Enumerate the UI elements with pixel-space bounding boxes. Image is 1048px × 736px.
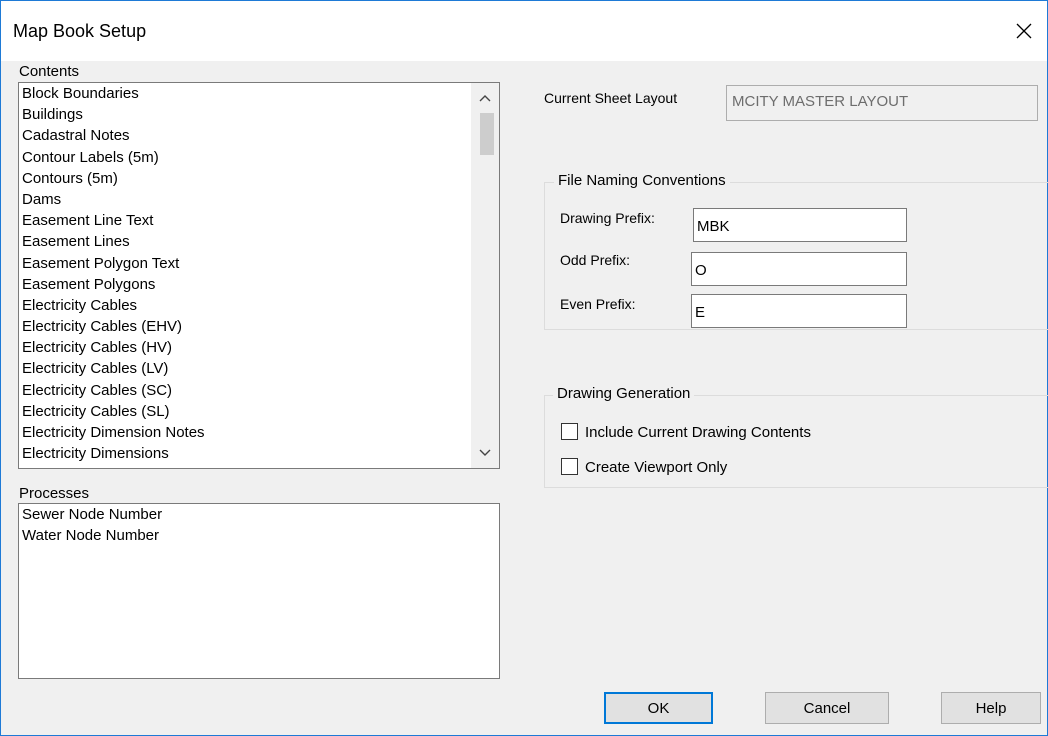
scroll-up-button[interactable] [471, 85, 499, 111]
processes-list-item[interactable]: Water Node Number [19, 525, 499, 546]
even-prefix-input[interactable]: E [691, 294, 907, 328]
contents-list-item[interactable]: Electricity Cables (SL) [19, 401, 499, 422]
cancel-button[interactable]: Cancel [765, 692, 889, 724]
contents-list-item[interactable]: Easement Line Text [19, 210, 499, 231]
drawing-prefix-value: MBK [697, 218, 730, 235]
contents-list-item[interactable]: Electricity Cables (LV) [19, 358, 499, 379]
viewport-only-checkbox[interactable] [561, 458, 578, 475]
contents-list-item[interactable]: Electricity Cables (HV) [19, 337, 499, 358]
processes-listbox[interactable]: Sewer Node Number Water Node Number [18, 503, 500, 679]
contents-list: Block Boundaries Buildings Cadastral Notes… [19, 83, 499, 464]
chevron-down-icon [479, 449, 491, 456]
sheet-layout-field: MCITY MASTER LAYOUT [726, 85, 1038, 121]
viewport-only-label[interactable]: Create Viewport Only [585, 459, 727, 476]
ok-button[interactable]: OK [604, 692, 713, 724]
contents-list-item[interactable]: Easement Polygon Text [19, 253, 499, 274]
include-contents-checkbox[interactable] [561, 423, 578, 440]
contents-list-item[interactable]: Easement Lines [19, 231, 499, 252]
scroll-thumb[interactable] [480, 113, 494, 155]
drawing-prefix-label: Drawing Prefix: [560, 210, 655, 226]
contents-list-item[interactable]: Contours (5m) [19, 168, 499, 189]
contents-label: Contents [19, 63, 80, 80]
contents-list-item[interactable]: Electricity Cables (SC) [19, 380, 499, 401]
title-bar[interactable]: Map Book Setup [1, 1, 1047, 61]
file-naming-legend: File Naming Conventions [554, 172, 730, 189]
drawing-generation-legend: Drawing Generation [553, 385, 695, 402]
contents-list-item[interactable]: Electricity Cables (EHV) [19, 316, 499, 337]
cancel-button-label: Cancel [803, 699, 851, 717]
odd-prefix-label: Odd Prefix: [560, 252, 631, 268]
close-button[interactable] [1001, 9, 1047, 53]
help-button[interactable]: Help [941, 692, 1041, 724]
include-contents-label[interactable]: Include Current Drawing Contents [585, 424, 811, 441]
contents-scrollbar[interactable] [471, 83, 499, 468]
contents-list-item[interactable]: Electricity Dimension Notes [19, 422, 499, 443]
even-prefix-label: Even Prefix: [560, 296, 636, 312]
even-prefix-value: E [695, 304, 706, 321]
contents-list-item[interactable]: Buildings [19, 104, 499, 125]
ok-button-label: OK [647, 699, 670, 717]
odd-prefix-value: O [695, 262, 707, 279]
sheet-layout-value: MCITY MASTER LAYOUT [732, 93, 909, 110]
contents-list-item[interactable]: Easement Polygons [19, 274, 499, 295]
contents-list-item[interactable]: Electricity Dimensions [19, 443, 499, 464]
chevron-up-icon [479, 95, 491, 102]
processes-label: Processes [19, 485, 90, 502]
processes-list: Sewer Node Number Water Node Number [19, 504, 499, 546]
window-title: Map Book Setup [13, 21, 147, 41]
contents-list-item[interactable]: Electricity Cables [19, 295, 499, 316]
close-icon [1016, 23, 1032, 39]
help-button-label: Help [975, 699, 1007, 717]
contents-list-item[interactable]: Cadastral Notes [19, 125, 499, 146]
contents-list-item[interactable]: Contour Labels (5m) [19, 147, 499, 168]
contents-list-item[interactable]: Dams [19, 189, 499, 210]
odd-prefix-input[interactable]: O [691, 252, 907, 286]
contents-list-item[interactable]: Block Boundaries [19, 83, 499, 104]
drawing-prefix-input[interactable]: MBK [693, 208, 907, 242]
sheet-layout-label: Current Sheet Layout [544, 90, 678, 106]
map-book-setup-dialog: Map Book Setup Contents Block Boundaries… [0, 0, 1048, 736]
contents-listbox[interactable]: Block Boundaries Buildings Cadastral Notes… [18, 82, 500, 469]
scroll-down-button[interactable] [471, 440, 499, 466]
processes-list-item[interactable]: Sewer Node Number [19, 504, 499, 525]
